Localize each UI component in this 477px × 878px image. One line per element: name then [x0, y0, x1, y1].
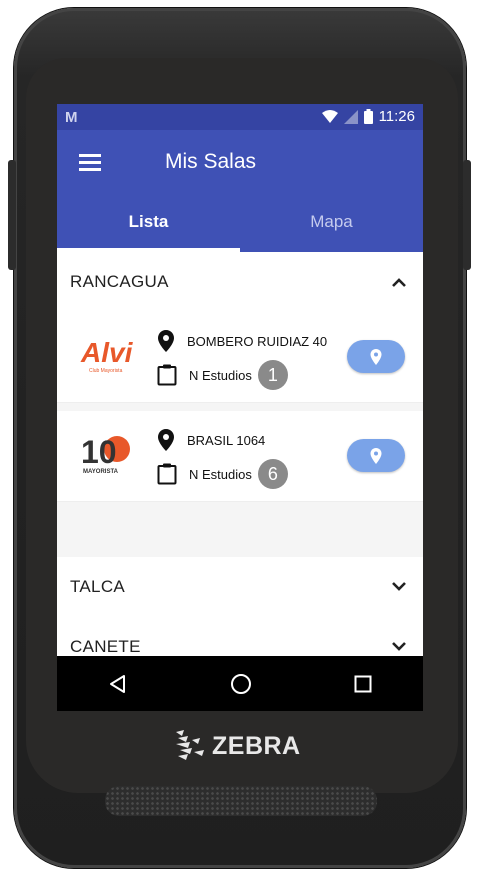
svg-text:MAYORISTA: MAYORISTA: [83, 469, 119, 475]
tab-lista[interactable]: Lista: [57, 192, 240, 252]
back-icon[interactable]: [108, 674, 128, 694]
section-header-rancagua[interactable]: RANCAGUA: [57, 252, 423, 312]
brand-name: ZEBRA: [212, 731, 301, 760]
section-spacer: [57, 502, 423, 557]
section-title: CANETE: [70, 637, 141, 656]
store-card[interactable]: 10 MAYORISTA BRASIL 1064 N Estudios 6: [57, 411, 423, 502]
section-header-canete[interactable]: CANETE: [57, 617, 423, 657]
app-bar: Mis Salas: [57, 130, 423, 192]
svg-text:Club Mayorista: Club Mayorista: [89, 368, 123, 374]
recents-icon[interactable]: [354, 675, 372, 693]
studies-label: N Estudios: [189, 367, 252, 383]
clipboard-icon: [157, 364, 177, 386]
location-pin-icon: [370, 348, 382, 365]
gmail-notification-icon: M: [65, 108, 77, 126]
chevron-down-icon[interactable]: [391, 582, 407, 592]
zebra-brand: ZEBRA: [174, 728, 301, 764]
page-title: Mis Salas: [165, 150, 257, 173]
clipboard-icon: [157, 463, 177, 485]
android-nav-bar: [57, 656, 423, 711]
studies-count-badge: 1: [257, 360, 288, 390]
active-tab-indicator: [57, 248, 240, 252]
studies-label: N Estudios: [189, 466, 252, 482]
status-time: 11:26: [378, 108, 415, 125]
hamburger-menu-icon[interactable]: [79, 154, 101, 171]
signal-icon: [343, 109, 358, 124]
alvi-logo: Alvi Club Mayorista: [79, 330, 135, 380]
battery-icon: [363, 109, 373, 124]
mayorista-10-logo: 10 MAYORISTA: [79, 429, 135, 479]
show-on-map-button[interactable]: [347, 340, 405, 373]
location-pin-icon: [158, 330, 174, 352]
side-button-right: [463, 160, 471, 270]
side-button-left: [8, 160, 16, 270]
show-on-map-button[interactable]: [347, 439, 405, 472]
studies-count-badge: 6: [257, 459, 288, 489]
store-address: BOMBERO RUIDIAZ 40: [187, 333, 328, 349]
location-pin-icon: [158, 429, 174, 451]
wifi-icon: [321, 109, 338, 123]
speaker-grille: [105, 786, 377, 816]
location-pin-icon: [370, 447, 382, 464]
section-title: RANCAGUA: [70, 272, 169, 291]
svg-text:10: 10: [81, 434, 117, 470]
tab-bar: Lista Mapa: [57, 192, 423, 252]
chevron-down-icon[interactable]: [391, 642, 407, 652]
chevron-up-icon[interactable]: [391, 277, 407, 287]
svg-text:Alvi: Alvi: [80, 337, 134, 368]
home-icon[interactable]: [230, 673, 252, 695]
section-header-talca[interactable]: TALCA: [57, 557, 423, 617]
section-title: TALCA: [70, 577, 126, 596]
status-bar: M 11:26: [57, 104, 423, 130]
store-address: BRASIL 1064: [187, 432, 266, 448]
phone-screen: M 11:26 Mis Salas Lista Mapa RANCAGUA Al…: [57, 104, 423, 711]
store-list: RANCAGUA Alvi Club Mayorista BOMBERO RUI…: [57, 252, 423, 657]
store-card[interactable]: Alvi Club Mayorista BOMBERO RUIDIAZ 40 N…: [57, 312, 423, 403]
zebra-logo-icon: [176, 730, 204, 760]
tab-mapa[interactable]: Mapa: [240, 192, 423, 252]
